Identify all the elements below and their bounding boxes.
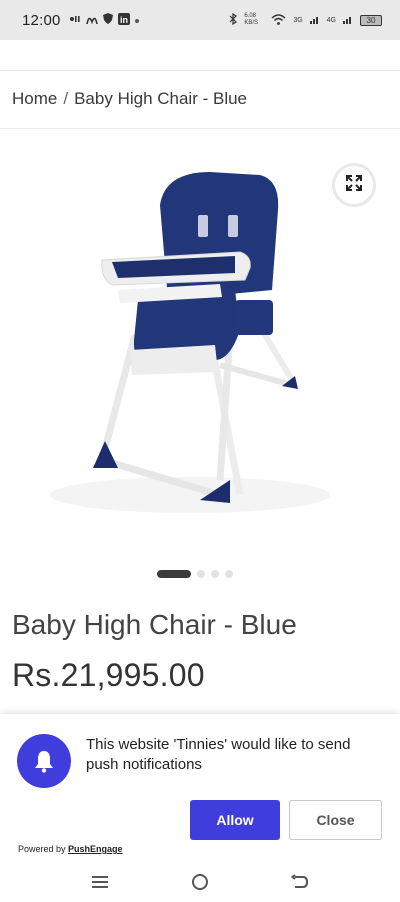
- breadcrumb-separator: /: [63, 89, 69, 108]
- breadcrumb: Home / Baby High Chair - Blue: [12, 89, 247, 109]
- allow-button[interactable]: Allow: [190, 800, 280, 840]
- signal-notification-icon: [69, 14, 81, 27]
- cellular-icon-2: [343, 14, 353, 26]
- gallery-dot[interactable]: [225, 570, 233, 578]
- powered-by: Powered by PushEngage: [18, 844, 123, 854]
- gallery-pagination: [157, 570, 233, 578]
- bluetooth-icon: [229, 12, 238, 27]
- product-image[interactable]: [30, 160, 340, 530]
- breadcrumb-current: Baby High Chair - Blue: [74, 89, 248, 108]
- svg-text:in: in: [120, 15, 128, 25]
- gallery-dot[interactable]: [211, 570, 219, 578]
- push-notification-prompt: This website 'Tinnies' would like to sen…: [0, 713, 400, 863]
- gallery-dot[interactable]: [197, 570, 205, 578]
- network-3g: 3G: [293, 16, 303, 24]
- push-message: This website 'Tinnies' would like to sen…: [86, 736, 351, 773]
- shield-icon: [102, 13, 113, 27]
- divider: [0, 128, 400, 129]
- expand-icon: [345, 174, 363, 197]
- bell-icon: [17, 734, 71, 788]
- battery-level: 30: [366, 15, 376, 25]
- site-header: [0, 40, 400, 71]
- gallery-dot-active[interactable]: [157, 570, 191, 578]
- menu-icon[interactable]: [89, 871, 111, 893]
- battery-icon: 30: [360, 14, 382, 26]
- home-circle-icon[interactable]: [189, 871, 211, 893]
- dot-icon: [134, 15, 139, 26]
- linkedin-icon: in: [117, 12, 130, 28]
- back-icon[interactable]: [289, 871, 311, 893]
- product-title: Baby High Chair - Blue: [12, 609, 297, 640]
- close-button[interactable]: Close: [289, 800, 382, 840]
- cellular-icon: [309, 14, 320, 26]
- status-time: 12:00: [22, 11, 61, 29]
- system-nav-bar: [0, 863, 400, 902]
- wifi-icon: [271, 13, 286, 27]
- baby-high-chair-image: [50, 172, 330, 513]
- pushengage-link[interactable]: PushEngage: [68, 844, 123, 854]
- mcdonalds-icon: [85, 14, 98, 27]
- status-left-icons: in: [69, 12, 139, 28]
- breadcrumb-home[interactable]: Home: [12, 89, 57, 109]
- status-bar: 12:00 in 6.08 KB/S 3G 4G 30: [0, 0, 400, 40]
- product-price: Rs.21,995.00: [12, 657, 205, 693]
- network-speed: 6.08 KB/S: [244, 13, 258, 26]
- status-right-icons: 6.08 KB/S 3G 4G 30: [229, 12, 382, 27]
- powered-by-prefix: Powered by: [18, 844, 66, 854]
- network-4g: 4G: [326, 16, 336, 24]
- zoom-button[interactable]: [332, 163, 376, 207]
